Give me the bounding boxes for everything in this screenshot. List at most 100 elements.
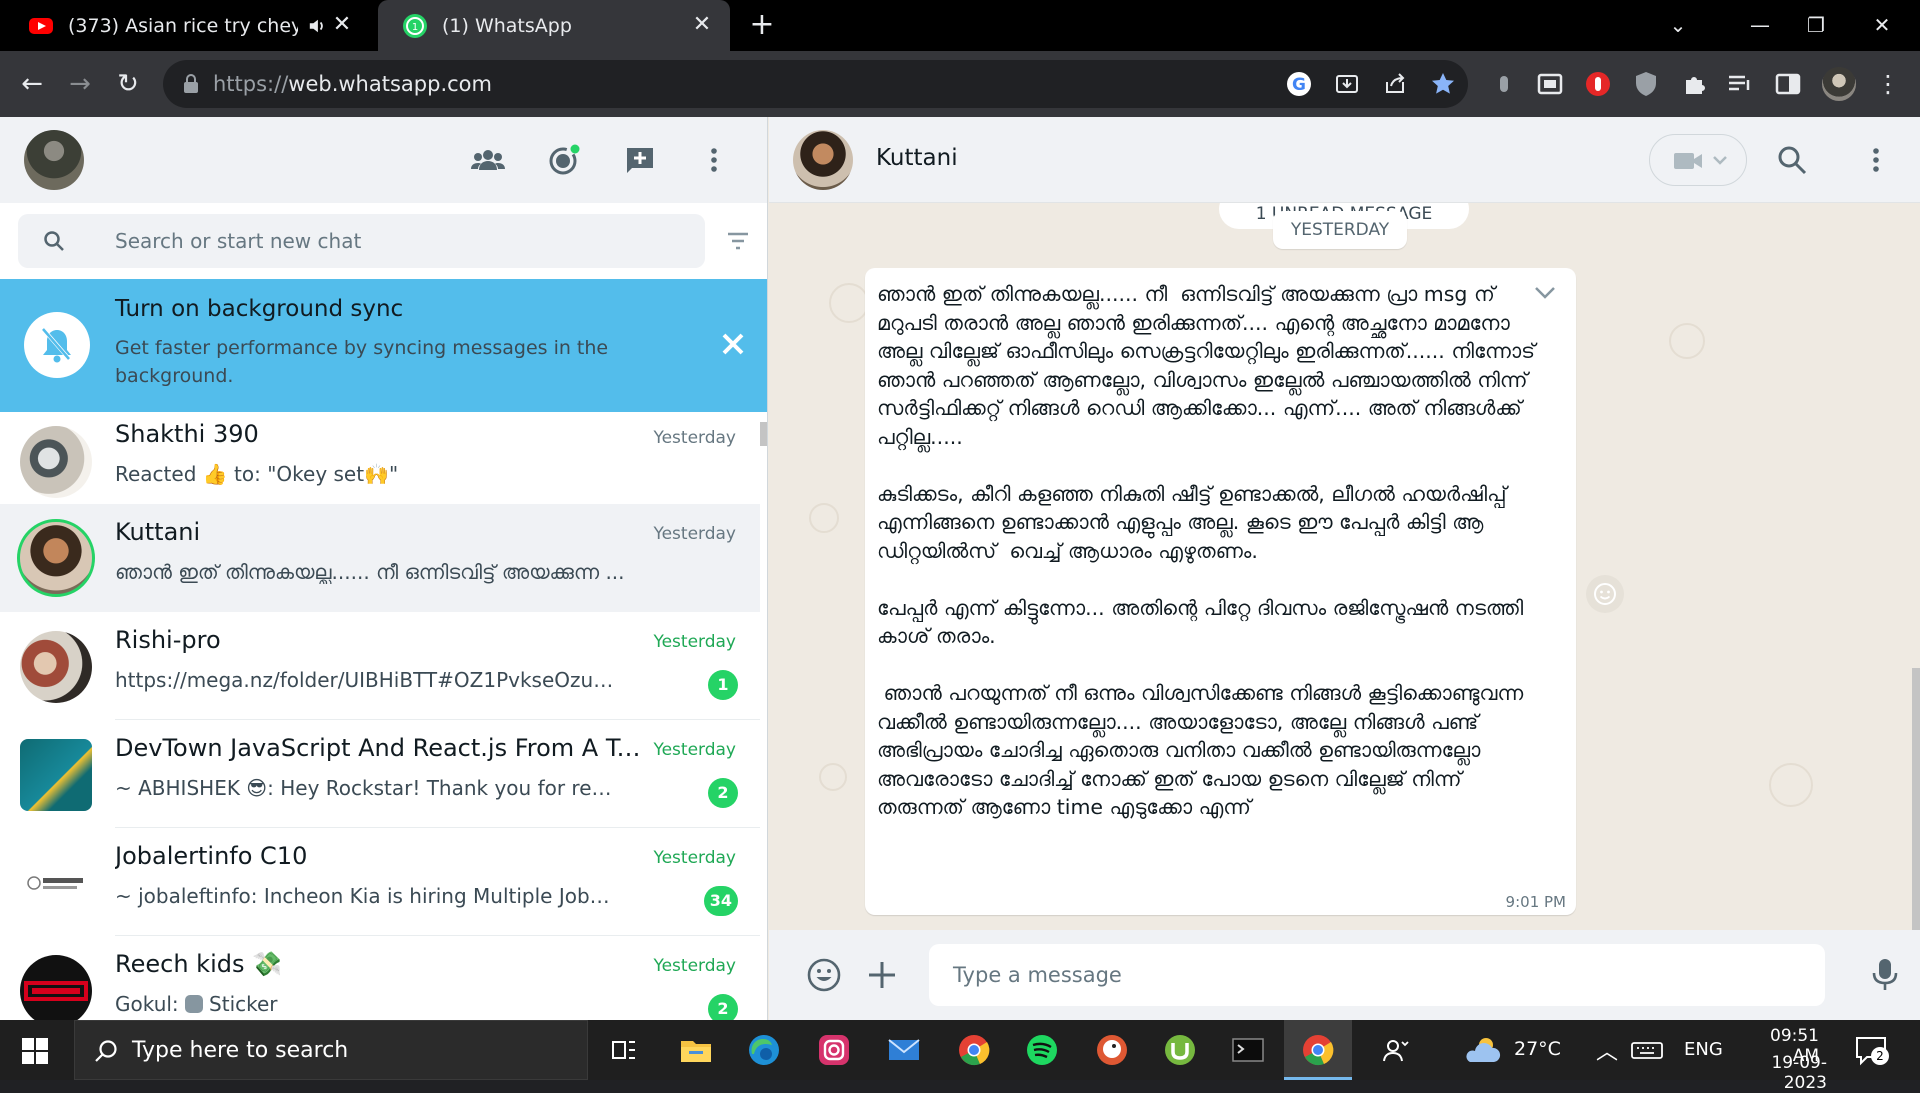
chat-time: Yesterday	[653, 956, 736, 976]
extension-icon[interactable]	[1488, 68, 1520, 100]
search-icon[interactable]	[1775, 143, 1809, 177]
close-window-button[interactable]: ✕	[1862, 8, 1902, 42]
message-time: 9:01 PM	[1505, 893, 1566, 911]
edge-icon[interactable]	[746, 1032, 782, 1068]
reload-icon[interactable]: ↻	[112, 68, 144, 100]
back-icon[interactable]: ←	[16, 68, 48, 100]
minimize-button[interactable]: —	[1740, 8, 1780, 42]
media-icon[interactable]	[1534, 68, 1566, 100]
menu-icon[interactable]	[696, 142, 732, 178]
background-sync-banner[interactable]: Turn on background sync Get faster perfo…	[0, 279, 767, 412]
svg-text:1: 1	[412, 22, 418, 33]
more-vert-icon[interactable]: ⋮	[1872, 68, 1904, 100]
chat-list-scrollbar[interactable]	[760, 422, 767, 446]
terminal-icon[interactable]	[1230, 1032, 1266, 1068]
restore-button[interactable]: ❐	[1796, 8, 1836, 42]
chat-name: Reech kids 💸	[115, 950, 282, 978]
google-lens-icon[interactable]: G	[1285, 70, 1313, 98]
jobalertinfo-logo	[27, 876, 83, 890]
sticker-icon	[185, 995, 204, 1013]
taskbar-search-box[interactable]: Type here to search	[74, 1020, 588, 1080]
utorrent-icon[interactable]	[1162, 1032, 1198, 1068]
weather-temp[interactable]: 27°C	[1514, 1038, 1561, 1060]
chat-item-jobalertinfo[interactable]: Jobalertinfo C10 Yesterday ~ jobaleftinf…	[0, 828, 760, 936]
close-tab-icon[interactable]: ✕	[330, 13, 354, 37]
conversation-scrollbar[interactable]	[1912, 668, 1920, 930]
microphone-icon[interactable]	[1865, 954, 1905, 994]
emoji-react-icon[interactable]	[1586, 575, 1624, 613]
task-view-icon[interactable]	[606, 1032, 642, 1068]
attach-plus-icon[interactable]	[863, 956, 901, 994]
chat-preview: ~ ABHISHEK 😎: Hey Rockstar! Thank you fo…	[115, 776, 615, 800]
my-avatar[interactable]	[24, 130, 84, 190]
address-bar[interactable]: https://web.whatsapp.com G	[163, 60, 1468, 108]
instagram-icon[interactable]	[816, 1032, 852, 1068]
lock-icon[interactable]	[183, 74, 199, 94]
new-tab-button[interactable]: +	[746, 10, 778, 42]
incoming-message-bubble[interactable]: ഞാൻ ഇത് തിന്നുകയല്ല...... നീ ഒന്നിടവിട്ട…	[865, 268, 1576, 915]
video-call-button[interactable]	[1649, 134, 1747, 186]
communities-icon[interactable]	[470, 142, 506, 178]
message-area[interactable]: 1 UNREAD MESSAGE YESTERDAY ഞാൻ ഇത് തിന്ന…	[769, 203, 1920, 930]
chrome-running-tab[interactable]	[1284, 1020, 1352, 1080]
chat-item-kuttani[interactable]: Kuttani Yesterday ഞാൻ ഇത് തിന്നുകയല്ല...…	[0, 504, 760, 612]
chrome-icon[interactable]	[956, 1032, 992, 1068]
contact-avatar[interactable]	[793, 130, 853, 190]
reading-list-icon[interactable]	[1724, 68, 1756, 100]
browser-tab-whatsapp[interactable]: 1 (1) WhatsApp ✕	[378, 0, 730, 51]
wallpaper-doodle	[819, 763, 847, 791]
chat-item-devtown[interactable]: DevTown JavaScript And React.js From A T…	[0, 720, 760, 828]
adblock-icon[interactable]	[1582, 68, 1614, 100]
sync-body: Get faster performance by syncing messag…	[115, 337, 609, 387]
video-camera-icon	[1674, 153, 1727, 169]
duckduckgo-icon[interactable]	[1094, 1032, 1130, 1068]
install-app-icon[interactable]	[1333, 70, 1361, 98]
the-boys-logo	[24, 981, 88, 1001]
status-icon[interactable]	[546, 142, 582, 178]
new-chat-icon[interactable]	[622, 142, 658, 178]
search-input[interactable]: Search or start new chat	[18, 214, 705, 268]
bookmark-star-icon[interactable]	[1429, 70, 1457, 98]
mail-icon[interactable]	[886, 1032, 922, 1068]
chat-time: Yesterday	[653, 428, 736, 448]
search-icon	[95, 1040, 117, 1062]
filter-icon[interactable]	[726, 231, 750, 251]
left-header	[0, 117, 767, 203]
tab-search-icon[interactable]: ⌄	[1658, 8, 1698, 42]
wallpaper-doodle	[1669, 323, 1705, 359]
browser-tab-youtube[interactable]: (373) Asian rice try cheythu ✕	[0, 0, 370, 51]
chat-item-reech-kids[interactable]: Reech kids 💸 Yesterday Gokul: Sticker 2	[0, 936, 760, 1020]
language-indicator[interactable]: ENG	[1684, 1039, 1723, 1060]
bell-off-icon	[24, 312, 90, 378]
spotify-icon[interactable]	[1024, 1032, 1060, 1068]
profile-avatar[interactable]	[1822, 67, 1856, 101]
compose-bar: Type a message	[769, 930, 1920, 1020]
avatar	[20, 955, 92, 1020]
chat-preview: ഞാൻ ഇത് തിന്നുകയല്ല...... നീ ഒന്നിടവിട്ട…	[115, 560, 625, 584]
emoji-icon[interactable]	[805, 956, 843, 994]
share-icon[interactable]	[1381, 70, 1409, 98]
close-tab-icon[interactable]: ✕	[690, 13, 714, 37]
url-text[interactable]: https://web.whatsapp.com	[213, 60, 492, 108]
weather-cloud-icon[interactable]	[1462, 1032, 1502, 1068]
notifications-icon[interactable]: 2	[1853, 1033, 1889, 1067]
conversation-header[interactable]: Kuttani	[769, 117, 1920, 203]
forward-icon[interactable]: →	[64, 68, 96, 100]
chat-item-rishi-pro[interactable]: Rishi-pro Yesterday https://mega.nz/fold…	[0, 612, 760, 720]
contact-name[interactable]: Kuttani	[876, 145, 958, 171]
keyboard-icon[interactable]	[1630, 1032, 1664, 1068]
chevron-up-icon[interactable]: ︿	[1596, 1034, 1618, 1066]
file-explorer-icon[interactable]	[678, 1032, 714, 1068]
side-panel-icon[interactable]	[1772, 68, 1804, 100]
people-icon[interactable]	[1378, 1032, 1414, 1068]
chevron-down-icon[interactable]	[1534, 286, 1556, 300]
close-icon[interactable]	[718, 329, 748, 359]
avatar	[20, 426, 92, 498]
windows-start-icon[interactable]	[22, 1038, 48, 1064]
menu-icon[interactable]	[1859, 143, 1893, 177]
puzzle-icon[interactable]	[1678, 68, 1710, 100]
shield-icon[interactable]	[1630, 68, 1662, 100]
message-input[interactable]: Type a message	[929, 944, 1825, 1006]
clock-date[interactable]: 19-09-2023	[1737, 1053, 1827, 1093]
speaker-icon[interactable]	[308, 17, 326, 35]
